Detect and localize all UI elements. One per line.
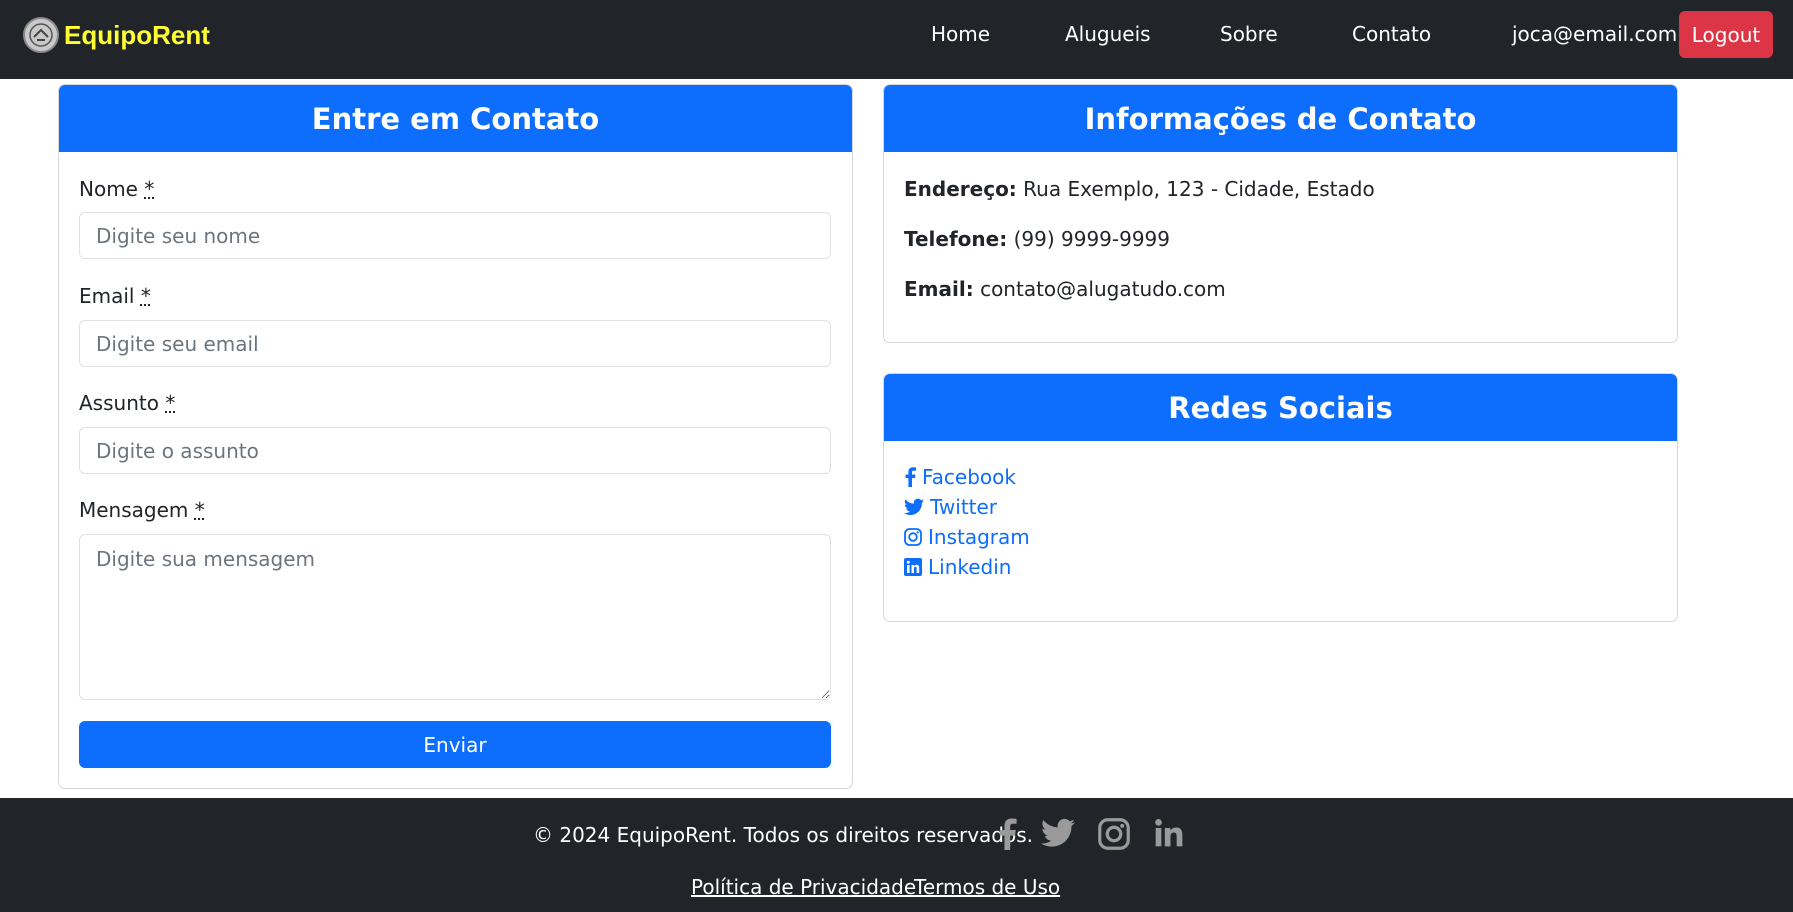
social-instagram-link[interactable]: Instagram [904,525,1030,549]
twitter-icon [904,498,924,515]
social-card: Redes Sociais Facebook Twitter Instagram… [883,373,1678,622]
contact-info-title: Informações de Contato [884,85,1677,152]
brand-name: EquipoRent [64,19,210,50]
submit-button[interactable]: Enviar [79,721,831,768]
subject-input[interactable] [79,427,831,474]
terms-link[interactable]: Termos de Uso [914,875,1060,899]
email-label: Email * [79,284,151,308]
nav-sobre[interactable]: Sobre [1220,22,1278,46]
facebook-icon[interactable] [997,818,1017,850]
social-twitter-link[interactable]: Twitter [904,495,997,519]
user-email: joca@email.com [1512,22,1678,46]
name-label: Nome * [79,177,155,201]
email-input[interactable] [79,320,831,367]
contact-info-card: Informações de Contato Endereço: Rua Exe… [883,84,1678,343]
nav-contato[interactable]: Contato [1352,22,1431,46]
contact-form-title: Entre em Contato [59,85,852,152]
message-textarea[interactable] [79,534,831,700]
nav-alugueis[interactable]: Alugueis [1065,22,1151,46]
instagram-icon[interactable] [1098,818,1130,850]
contact-form-card: Entre em Contato Nome * Email * Assunto … [58,84,853,789]
social-facebook-link[interactable]: Facebook [904,465,1016,489]
name-input[interactable] [79,212,831,259]
copyright-text: © 2024 EquipoRent. Todos os direitos res… [533,823,1034,847]
twitter-icon[interactable] [1041,818,1075,848]
linkedin-icon[interactable] [1154,818,1184,848]
privacy-link[interactable]: Política de Privacidade [691,875,916,899]
brand[interactable]: EquipoRent [23,15,210,55]
brand-logo-icon [23,17,59,53]
subject-label: Assunto * [79,391,176,415]
social-linkedin-link[interactable]: Linkedin [904,555,1011,579]
message-label: Mensagem * [79,498,205,522]
address-line: Endereço: Rua Exemplo, 123 - Cidade, Est… [904,177,1375,201]
navbar: EquipoRent Home Alugueis Sobre Contato j… [0,0,1793,79]
facebook-icon [905,467,916,487]
email-line: Email: contato@alugatudo.com [904,277,1226,301]
phone-line: Telefone: (99) 9999-9999 [904,227,1171,251]
nav-home[interactable]: Home [931,22,990,46]
social-title: Redes Sociais [884,374,1677,441]
logout-button[interactable]: Logout [1679,11,1773,58]
linkedin-icon [904,558,922,576]
instagram-icon [904,528,922,546]
footer: © 2024 EquipoRent. Todos os direitos res… [0,798,1793,912]
